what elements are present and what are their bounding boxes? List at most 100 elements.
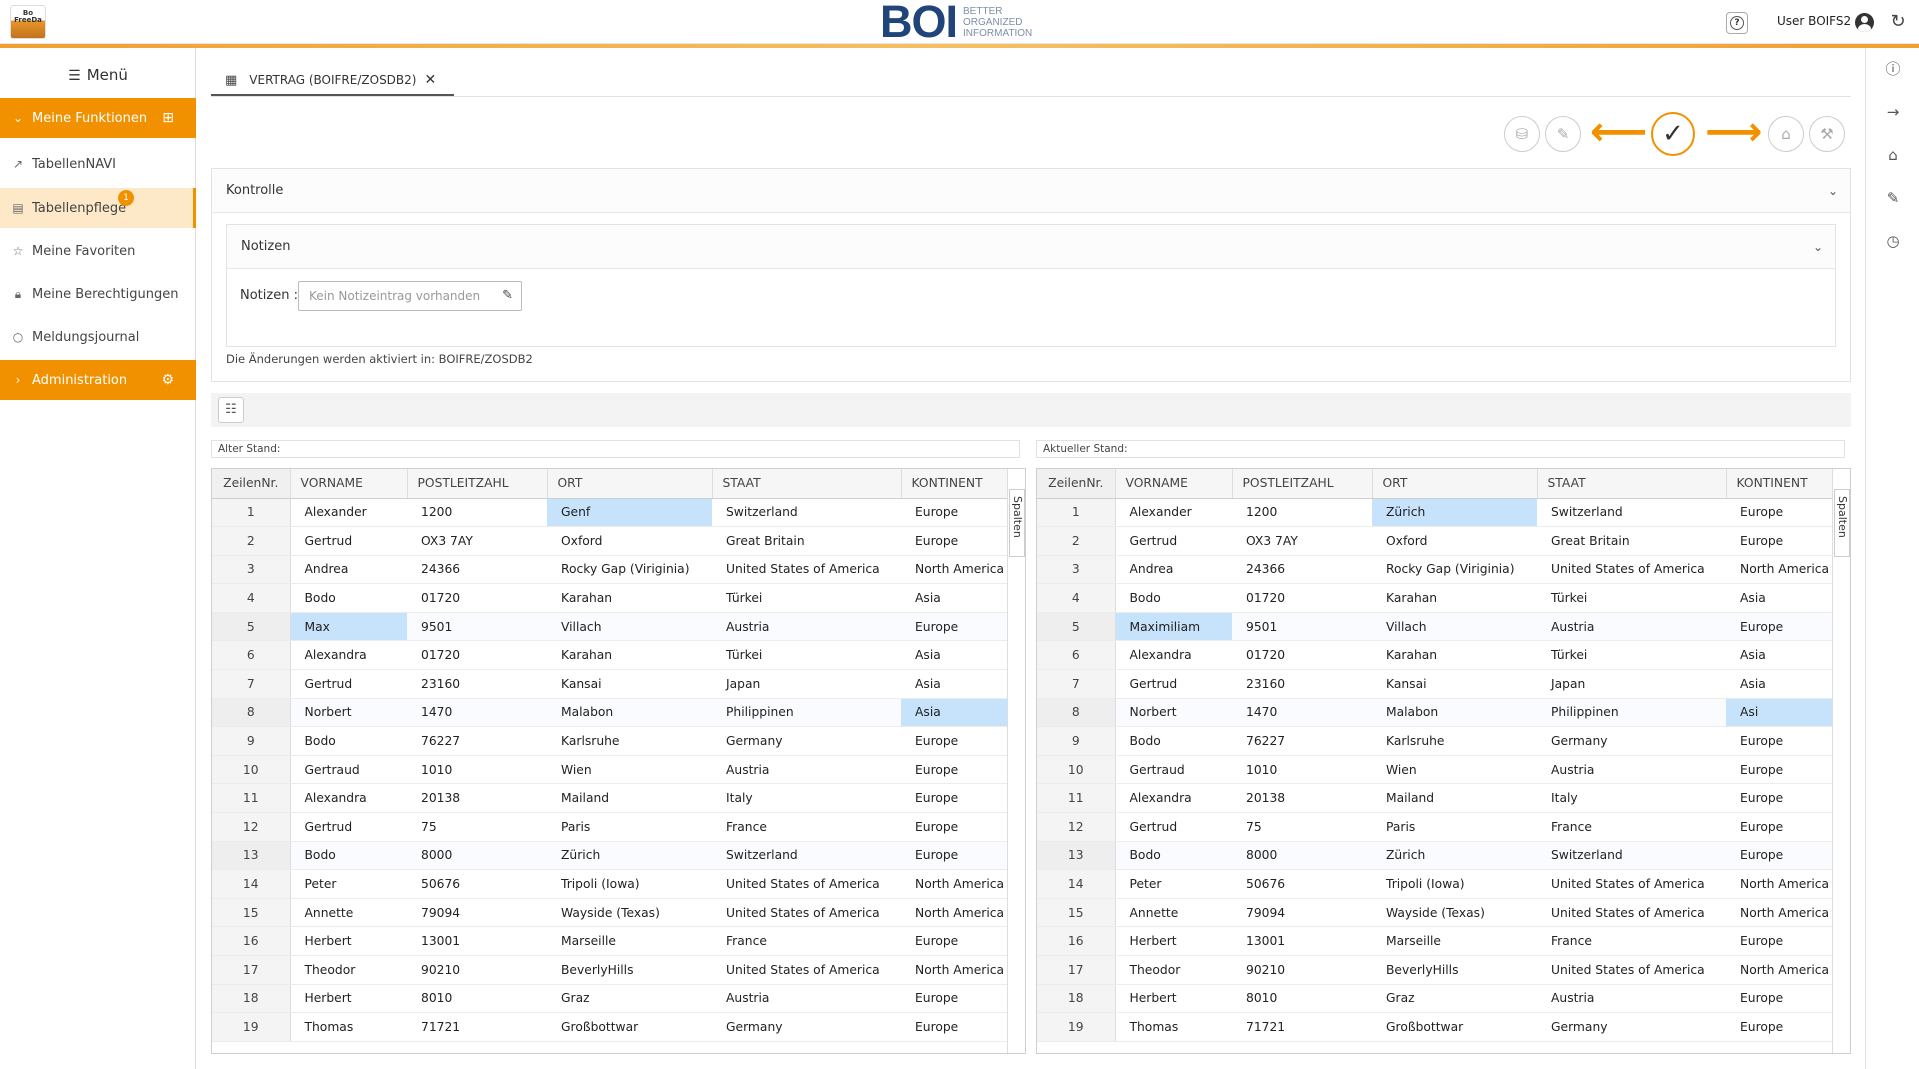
column-header[interactable]: KONTINENT [1726,469,1833,499]
table-cell[interactable]: Herbert [1115,984,1232,1014]
table-cell[interactable]: 24366 [1232,555,1372,585]
table-cell[interactable]: North America [1726,898,1832,928]
kontrolle-header[interactable]: Kontrolle ⌄ [212,169,1850,213]
table-cell[interactable]: Switzerland [712,498,901,528]
table-cell[interactable]: Wayside (Texas) [1372,898,1537,928]
column-header[interactable]: ZeilenNr. [212,469,291,499]
table-cell[interactable]: Wayside (Texas) [547,898,712,928]
table-cell[interactable]: Bodo [1115,841,1232,871]
table-row[interactable]: 7 Gertrud 23160 Kansai Japan Asia [212,669,1007,699]
column-header[interactable]: POSTLEITZAHL [1232,469,1373,499]
table-cell[interactable]: Wien [547,755,712,785]
table-cell[interactable]: France [712,812,901,842]
table-cell[interactable]: 76227 [407,726,547,756]
user-label[interactable]: User BOIFS2 [1777,14,1851,28]
table-cell[interactable]: Europe [901,926,1007,956]
table-cell[interactable]: Marseille [547,926,712,956]
table-cell[interactable]: 71721 [407,1012,547,1042]
column-header[interactable]: VORNAME [1115,469,1233,499]
table-cell[interactable]: Peter [290,869,407,899]
table-cell[interactable]: 9501 [1232,612,1372,642]
table-cell[interactable]: 79094 [1232,898,1372,928]
table-cell[interactable]: Annette [1115,898,1232,928]
menu-toggle[interactable]: ☰ Menü [0,66,196,84]
table-cell[interactable]: Europe [1726,498,1832,528]
table-cell[interactable]: Paris [547,812,712,842]
table-cell[interactable]: 1470 [1232,698,1372,728]
table-cell[interactable]: Mailand [1372,783,1537,814]
table-cell[interactable]: Villach [1372,612,1537,642]
table-row[interactable]: 1 Alexander 1200 Genf Switzerland Europe [212,498,1007,528]
sidebar-item-administration[interactable]: › Administration ⚙ [0,360,196,400]
table-cell[interactable]: Germany [712,1012,901,1042]
chevron-down-icon[interactable]: ⌄ [1813,240,1823,254]
table-cell[interactable]: Gertrud [290,669,407,699]
database-icon-button[interactable]: ⛁ [1504,116,1540,152]
table-cell[interactable]: Europe [901,841,1007,871]
table-cell[interactable]: Großbottwar [1372,1012,1537,1042]
table-cell[interactable]: Germany [1537,1012,1726,1042]
sidebar-item-tabellenpflege[interactable]: ▤ Tabellenpflege 1 [0,188,196,228]
table-row[interactable]: 13 Bodo 8000 Zürich Switzerland Europe [212,841,1007,871]
table-cell[interactable]: Europe [901,726,1007,756]
table-cell[interactable]: United States of America [712,898,901,928]
table-cell[interactable]: Türkei [1537,583,1726,613]
table-cell[interactable]: Europe [1726,812,1832,842]
table-cell[interactable]: 71721 [1232,1012,1372,1042]
info-icon[interactable]: ⓘ [1883,59,1903,79]
table-cell[interactable]: Bodo [1115,583,1232,613]
table-cell[interactable]: Europe [901,612,1007,642]
table-cell[interactable]: Japan [712,669,901,699]
table-cell[interactable]: Türkei [712,640,901,671]
table-cell[interactable]: Switzerland [1537,841,1726,871]
table-cell[interactable]: Mailand [547,783,712,814]
table-cell[interactable]: Theodor [1115,955,1232,985]
table-cell[interactable]: Europe [901,1012,1007,1042]
column-header[interactable]: KONTINENT [901,469,1008,499]
table-cell[interactable]: Switzerland [1537,498,1726,528]
table-cell[interactable]: 1010 [407,755,547,785]
table-cell[interactable]: Gertrud [1115,812,1232,842]
table-cell[interactable]: 50676 [407,869,547,899]
table-cell[interactable]: 8010 [407,984,547,1014]
table-row[interactable]: 13 Bodo 8000 Zürich Switzerland Europe [1037,841,1832,871]
table-cell[interactable]: 13001 [1232,926,1372,956]
table-cell[interactable]: Peter [1115,869,1232,899]
user-avatar-icon[interactable] [1855,13,1874,32]
table-cell[interactable]: Rocky Gap (Viriginia) [547,555,712,585]
table-cell[interactable]: Gertrud [1115,526,1232,556]
table-cell[interactable]: Graz [1372,984,1537,1014]
table-cell[interactable]: Rocky Gap (Viriginia) [1372,555,1537,585]
column-header[interactable]: ZeilenNr. [1037,469,1116,499]
table-cell[interactable]: Gertrud [1115,669,1232,699]
table-cell[interactable]: Austria [1537,612,1726,642]
sidebar-item-meine-favoriten[interactable]: ☆ Meine Favoriten [0,231,196,271]
table-cell[interactable]: Karahan [547,640,712,671]
table-cell[interactable]: 01720 [1232,583,1372,613]
table-cell[interactable]: 50676 [1232,869,1372,899]
sidebar-item-meine-berechtigungen[interactable]: 🔒︎ Meine Berechtigungen [0,274,196,314]
table-cell[interactable]: Thomas [290,1012,407,1042]
table-row[interactable]: 17 Theodor 90210 BeverlyHills United States … [212,955,1007,985]
table-cell[interactable]: Philippinen [1537,698,1726,728]
table-cell[interactable]: North America [901,555,1007,585]
table-cell[interactable]: Germany [712,726,901,756]
table-cell[interactable]: 76227 [1232,726,1372,756]
table-cell[interactable]: Bodo [290,841,407,871]
table-cell[interactable]: 23160 [407,669,547,699]
table-row[interactable]: 8 Norbert 1470 Malabon Philippinen Asia [212,698,1007,728]
table-cell[interactable]: Türkei [712,583,901,613]
column-header[interactable]: POSTLEITZAHL [407,469,548,499]
table-row[interactable]: 9 Bodo 76227 Karlsruhe Germany Europe [1037,726,1832,756]
unlock-icon[interactable]: ⌂ [1883,145,1903,165]
table-cell[interactable]: Zürich [547,841,712,871]
table-cell[interactable]: France [1537,926,1726,956]
table-cell[interactable]: Asia [901,669,1007,699]
table-cell[interactable]: Austria [712,612,901,642]
table-cell[interactable]: 1200 [407,498,547,528]
table-cell[interactable]: Andrea [290,555,407,585]
columns-toggle[interactable]: Spalten [1834,489,1850,557]
table-cell[interactable]: North America [1726,869,1832,899]
table-cell[interactable]: United States of America [1537,898,1726,928]
table-cell[interactable]: OX3 7AY [407,526,547,556]
